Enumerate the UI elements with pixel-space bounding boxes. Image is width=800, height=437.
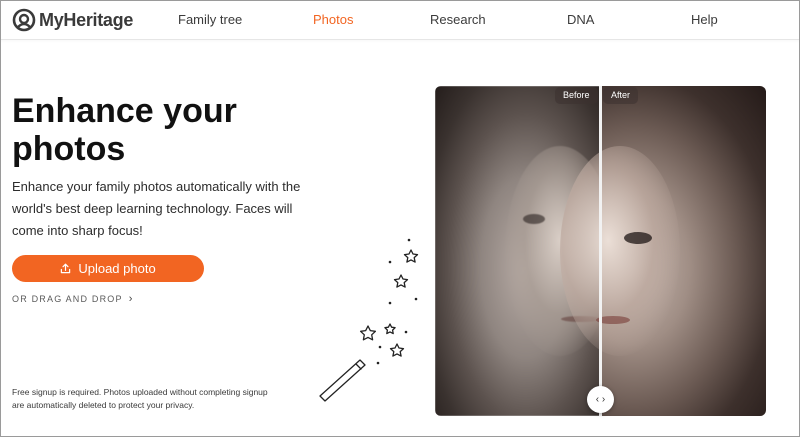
compare-slider-handle[interactable]: ‹ ›	[587, 386, 614, 413]
star-icon	[393, 274, 409, 288]
drag-and-drop-link[interactable]: OR DRAG AND DROP ›	[12, 293, 132, 305]
after-label: After	[603, 87, 639, 104]
chevron-left-right-icon: ‹ ›	[595, 394, 606, 405]
logo-wordmark: MyHeritage	[39, 9, 134, 30]
chevron-right-icon: ›	[128, 293, 133, 305]
nav-help[interactable]: Help	[691, 12, 718, 27]
magic-wand-illustration	[319, 238, 419, 402]
drag-and-drop-label: OR DRAG AND DROP	[12, 294, 123, 304]
after-photo	[560, 86, 766, 416]
upload-button-label: Upload photo	[78, 261, 156, 276]
logo-icon	[12, 8, 36, 32]
hero-description: Enhance your family photos automatically…	[12, 179, 301, 238]
signup-footnote: Free signup is required. Photos uploaded…	[12, 387, 268, 410]
compare-divider[interactable]	[599, 86, 602, 416]
page-title: Enhance your photos	[12, 92, 237, 168]
star-icon	[384, 323, 396, 335]
star-icon	[389, 343, 405, 357]
top-navigation-bar: MyHeritage Family tree Photos Research D…	[0, 0, 800, 40]
myheritage-logo[interactable]: MyHeritage	[12, 8, 133, 32]
upload-photo-button[interactable]: Upload photo	[12, 255, 204, 282]
nav-family-tree[interactable]: Family tree	[178, 12, 242, 27]
nav-dna[interactable]: DNA	[567, 12, 594, 27]
star-icon	[359, 325, 377, 341]
star-icon	[403, 249, 419, 263]
nav-photos[interactable]: Photos	[313, 12, 353, 27]
nav-research[interactable]: Research	[430, 12, 486, 27]
upload-icon	[61, 263, 71, 274]
before-label: Before	[555, 87, 598, 104]
